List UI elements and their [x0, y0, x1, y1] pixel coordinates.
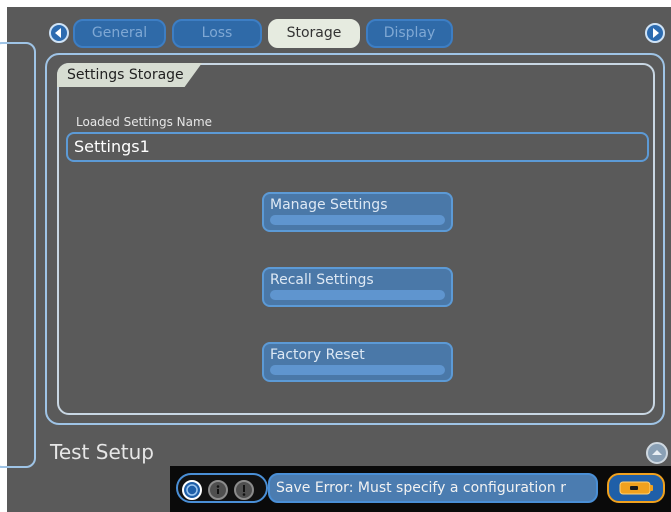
status-message[interactable]: Save Error: Must specify a configuration…	[268, 473, 598, 503]
alert-icon[interactable]	[234, 480, 254, 500]
battery-button[interactable]	[607, 473, 665, 503]
top-border	[0, 0, 671, 7]
button-highlight	[270, 290, 445, 300]
chevron-up-icon	[652, 450, 662, 455]
factory-reset-button[interactable]: Factory Reset	[262, 342, 453, 382]
next-tab-button[interactable]	[645, 23, 665, 43]
chevron-left-icon	[55, 28, 61, 38]
scroll-up-button[interactable]	[646, 442, 668, 464]
loaded-settings-label: Loaded Settings Name	[76, 115, 213, 129]
info-icon[interactable]	[208, 480, 228, 500]
button-highlight	[270, 365, 445, 375]
recall-settings-button[interactable]: Recall Settings	[262, 267, 453, 307]
chevron-right-icon	[653, 28, 659, 38]
loaded-settings-field[interactable]: Settings1	[66, 132, 649, 162]
tab-loss[interactable]: Loss	[172, 19, 262, 48]
tab-storage[interactable]: Storage	[268, 19, 360, 48]
test-setup-title: Test Setup	[50, 440, 154, 464]
status-circle-icon[interactable]	[182, 480, 202, 500]
recall-settings-label: Recall Settings	[270, 272, 374, 288]
section-title: Settings Storage	[57, 63, 202, 87]
factory-reset-label: Factory Reset	[270, 347, 365, 363]
battery-icon	[619, 481, 653, 495]
manage-settings-button[interactable]: Manage Settings	[262, 192, 453, 232]
prev-tab-button[interactable]	[49, 23, 69, 43]
status-icon-group	[176, 473, 268, 503]
app-window: General Loss Storage Display Settings St…	[0, 0, 671, 512]
tab-display[interactable]: Display	[366, 19, 453, 48]
manage-settings-label: Manage Settings	[270, 197, 388, 213]
button-highlight	[270, 215, 445, 225]
side-panel	[0, 42, 36, 468]
tab-general[interactable]: General	[73, 19, 166, 48]
